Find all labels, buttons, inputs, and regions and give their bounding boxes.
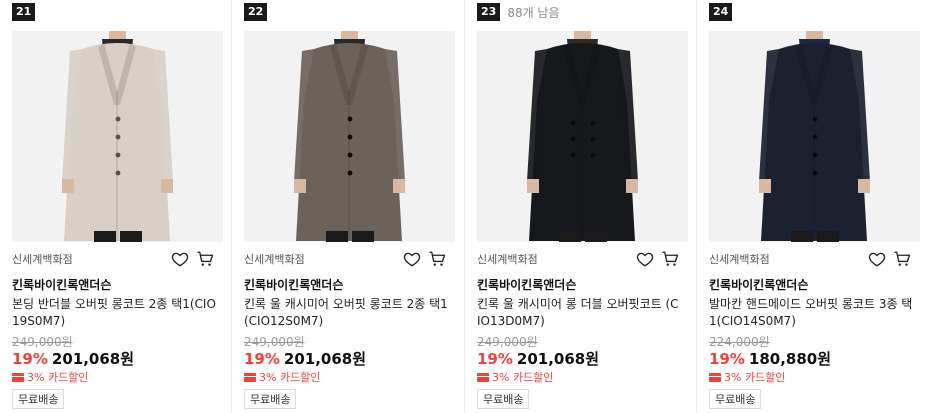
credit-card-icon [709, 372, 721, 382]
brand-name[interactable]: 킨록바이킨록앤더슨 [244, 276, 343, 293]
product-image[interactable] [477, 31, 688, 242]
sale-price: 201,068원 [51, 350, 135, 368]
discount-rate: 19% [12, 350, 48, 368]
discount-rate: 19% [244, 350, 280, 368]
action-icons [636, 250, 679, 268]
product-card[interactable]: 24 신세계백화점 킨록바이킨록앤더슨 발마칸 핸드메이드 오버핏 롱코트 3종… [709, 0, 925, 413]
product-image[interactable] [244, 31, 455, 242]
coat-photo [477, 31, 688, 242]
card-discount: 3% 카드할인 [709, 369, 785, 385]
brand-name[interactable]: 킨록바이킨록앤더슨 [709, 276, 808, 293]
sale-price: 201,068원 [283, 350, 367, 368]
product-name[interactable]: 발마칸 핸드메이드 오버핏 롱코트 3종 택1(CIO14S0M7) [709, 296, 914, 330]
brand-name[interactable]: 킨록바이킨록앤더슨 [477, 276, 576, 293]
product-name[interactable]: 킨록 울 캐시미어 오버핏 롱코트 2종 택1(CIO12S0M7) [244, 296, 449, 330]
card-discount: 3% 카드할인 [12, 369, 88, 385]
cart-icon[interactable] [428, 250, 446, 268]
card-discount-label: 3% 카드할인 [724, 371, 786, 384]
product-grid: 21 신세계백화점 킨록바이킨록앤더슨 본딩 반더블 오버핏 롱코트 2종 택1… [0, 0, 925, 413]
store-name: 신세계백화점 [244, 253, 305, 266]
cart-icon[interactable] [893, 250, 911, 268]
sale-price: 180,880원 [748, 350, 832, 368]
cart-icon[interactable] [196, 250, 214, 268]
product-card[interactable]: 23 88개 남음 신세계백화점 킨록바이킨록앤더슨 킨록 울 캐시미어 롱 더… [477, 0, 699, 413]
rank-badge: 21 [12, 3, 36, 21]
coat-photo [709, 31, 920, 242]
price-row: 19% 201,068원 [477, 348, 599, 369]
stock-remaining: 88개 남음 [507, 5, 560, 20]
rank-row: 24 [709, 3, 739, 21]
action-icons [171, 250, 214, 268]
free-shipping-badge: 무료배송 [12, 389, 65, 409]
discount-rate: 19% [477, 350, 513, 368]
rank-row: 21 [12, 3, 42, 21]
free-shipping-badge: 무료배송 [477, 389, 530, 409]
product-name[interactable]: 본딩 반더블 오버핏 롱코트 2종 택1(CIO19S0M7) [12, 296, 217, 330]
free-shipping-badge: 무료배송 [244, 389, 297, 409]
heart-icon[interactable] [171, 250, 189, 268]
price-row: 19% 201,068원 [244, 348, 366, 369]
rank-badge: 24 [709, 3, 733, 21]
card-discount-label: 3% 카드할인 [492, 371, 554, 384]
brand-name[interactable]: 킨록바이킨록앤더슨 [12, 276, 111, 293]
card-discount: 3% 카드할인 [477, 369, 553, 385]
heart-icon[interactable] [403, 250, 421, 268]
action-icons [868, 250, 911, 268]
credit-card-icon [477, 372, 489, 382]
free-shipping-badge: 무료배송 [709, 389, 762, 409]
sale-price: 201,068원 [516, 350, 600, 368]
store-name: 신세계백화점 [12, 253, 73, 266]
product-name[interactable]: 킨록 울 캐시미어 롱 더블 오버핏코트 (CIO13D0M7) [477, 296, 682, 330]
store-name: 신세계백화점 [709, 253, 770, 266]
store-name: 신세계백화점 [477, 253, 538, 266]
card-discount-label: 3% 카드할인 [27, 371, 89, 384]
discount-rate: 19% [709, 350, 745, 368]
rank-row: 23 88개 남음 [477, 3, 560, 21]
rank-row: 22 [244, 3, 274, 21]
product-image[interactable] [709, 31, 920, 242]
rank-badge: 22 [244, 3, 268, 21]
cart-icon[interactable] [661, 250, 679, 268]
product-card[interactable]: 21 신세계백화점 킨록바이킨록앤더슨 본딩 반더블 오버핏 롱코트 2종 택1… [12, 0, 234, 413]
card-discount-label: 3% 카드할인 [259, 371, 321, 384]
price-row: 19% 201,068원 [12, 348, 134, 369]
heart-icon[interactable] [636, 250, 654, 268]
credit-card-icon [12, 372, 24, 382]
heart-icon[interactable] [868, 250, 886, 268]
card-discount: 3% 카드할인 [244, 369, 320, 385]
coat-photo [12, 31, 223, 242]
coat-photo [244, 31, 455, 242]
credit-card-icon [244, 372, 256, 382]
product-card[interactable]: 22 신세계백화점 킨록바이킨록앤더슨 킨록 울 캐시미어 오버핏 롱코트 2종… [244, 0, 466, 413]
price-row: 19% 180,880원 [709, 348, 831, 369]
product-image[interactable] [12, 31, 223, 242]
rank-badge: 23 [477, 3, 501, 21]
action-icons [403, 250, 446, 268]
